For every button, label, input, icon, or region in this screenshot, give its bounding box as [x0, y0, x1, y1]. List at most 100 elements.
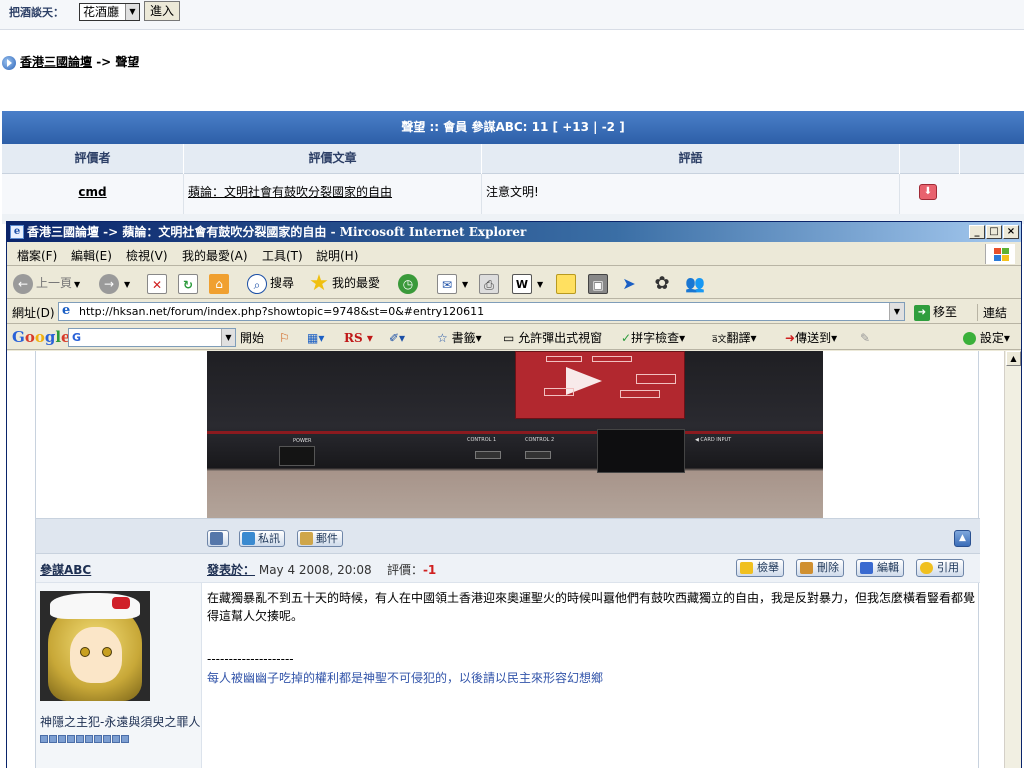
delete-label: 刪除 — [817, 561, 839, 574]
report-button[interactable]: 檢舉 — [736, 559, 784, 577]
menu-edit[interactable]: 編輯(E) — [71, 247, 112, 264]
close-button[interactable]: × — [1003, 225, 1019, 239]
pencil-icon[interactable]: ✎ — [860, 330, 870, 346]
flower-icon: ✿ — [654, 272, 670, 294]
rs-label: RS — [344, 331, 363, 345]
stop-button[interactable]: ✕ — [147, 272, 170, 294]
chat-room-select[interactable]: 花酒廳 ▼ — [79, 3, 140, 21]
reputation-columns: 評價者 評價文章 評語 — [2, 144, 1024, 174]
pm-label: 私訊 — [258, 532, 280, 545]
breadcrumb-current: 聲望 — [115, 55, 140, 69]
maximize-button[interactable]: □ — [986, 225, 1002, 239]
mail-button[interactable]: ✉ ▼ — [437, 272, 468, 294]
remove-rating-icon[interactable]: ⬇ — [919, 184, 937, 200]
highlight-icon[interactable]: ✐▾ — [389, 330, 405, 346]
cursor-button[interactable]: ➤ — [619, 272, 642, 294]
menu-tools[interactable]: 工具(T) — [262, 247, 303, 264]
translate-button[interactable]: a̅文翻譯▾ — [712, 330, 757, 348]
bookmarks-button[interactable]: ☆ 書籤▾ — [437, 330, 482, 346]
mail-icon — [300, 532, 313, 545]
print-icon: ⎙ — [479, 273, 499, 294]
chevron-down-icon: ▼ — [462, 280, 469, 289]
mail-icon: ✉ — [437, 273, 457, 294]
menu-favorites[interactable]: 我的最愛(A) — [182, 247, 248, 264]
notes-button[interactable] — [556, 272, 579, 294]
windows-logo-icon — [985, 244, 1015, 264]
column-comment: 評語 — [482, 144, 900, 174]
search-button[interactable]: ⌕ 搜尋 — [247, 272, 294, 294]
search-icon: ⌕ — [247, 273, 267, 294]
card-slot — [597, 429, 685, 473]
report-label: 檢舉 — [757, 561, 779, 574]
edit-post-button[interactable]: 編輯 — [856, 559, 904, 577]
settings-button[interactable]: 設定▾ — [963, 330, 1010, 346]
menu-view[interactable]: 檢視(V) — [126, 247, 168, 264]
forward-button[interactable]: → ▼ — [99, 272, 130, 294]
chevron-down-icon: ▼ — [124, 280, 131, 289]
spell-check-button[interactable]: ✓拼字檢查▾ — [621, 330, 685, 346]
article-link[interactable]: 蘋論：文明社會有鼓吹分裂國家的自由 — [184, 174, 482, 214]
window-title: 香港三國論壇 -> 蘋論：文明社會有鼓吹分裂國家的自由 - Mircosoft … — [27, 225, 527, 239]
menu-file[interactable]: 檔案(F) — [17, 247, 57, 264]
quote-button[interactable]: 引用 — [916, 559, 964, 577]
quote-icon — [920, 562, 933, 574]
history-button[interactable]: ◷ — [398, 272, 421, 294]
breadcrumb-forum-link[interactable]: 香港三國論壇 — [20, 55, 92, 69]
star-icon: ★ — [309, 270, 329, 296]
links-button[interactable]: 連結 — [977, 304, 1007, 321]
people-button[interactable]: 👥 — [685, 272, 708, 294]
menu-help[interactable]: 說明(H) — [316, 247, 358, 264]
forward-arrow-icon: → — [99, 273, 119, 294]
home-button[interactable]: ⌂ — [209, 272, 232, 294]
email-button[interactable]: 郵件 — [297, 530, 343, 547]
note-icon — [556, 273, 576, 294]
rater-link[interactable]: cmd — [2, 174, 184, 214]
google-search-input[interactable]: G ▼ — [68, 328, 236, 347]
profile-button[interactable] — [207, 530, 229, 547]
send-icon: ➜ — [785, 331, 796, 345]
back-label: 上一頁 — [36, 276, 73, 290]
rs-button[interactable]: RS ▾ — [344, 330, 373, 346]
delete-button[interactable]: 刪除 — [796, 559, 844, 577]
breadcrumb-separator: -> — [92, 55, 116, 69]
minimize-button[interactable]: _ — [969, 225, 985, 239]
page-rank-icon[interactable]: ⚐ — [279, 330, 290, 346]
news-icon[interactable]: ▦▾ — [307, 330, 324, 346]
go-button[interactable]: ➜ 移至 — [914, 303, 957, 321]
print-button[interactable]: ⎙ — [479, 272, 502, 294]
power-label: POWER — [293, 438, 312, 444]
scroll-to-top-icon[interactable]: ▲ — [954, 530, 971, 547]
scroll-up-icon[interactable]: ▲ — [1006, 351, 1021, 366]
google-logo[interactable]: Google — [12, 328, 71, 346]
window-title-bar[interactable]: e 香港三國論壇 -> 蘋論：文明社會有鼓吹分裂國家的自由 - Mircosof… — [7, 222, 1021, 242]
refresh-button[interactable]: ↻ — [178, 272, 201, 294]
chat-enter-button[interactable]: 進入 — [144, 1, 180, 21]
send-to-button[interactable]: ➜傳送到▾ — [785, 330, 837, 346]
address-input[interactable]: e http://hksan.net/forum/index.php?showt… — [58, 302, 905, 321]
popup-blocker-button[interactable]: ▭ 允許彈出式視窗 — [503, 330, 602, 346]
breadcrumb: 香港三國論壇 -> 聲望 — [2, 53, 139, 70]
vertical-scrollbar[interactable]: ▲ — [1004, 351, 1021, 768]
chevron-down-icon: ▼ — [537, 280, 544, 289]
edit-button[interactable]: W ▼ — [512, 272, 543, 294]
check-icon: ✓ — [621, 331, 632, 345]
google-start-button[interactable]: 開始 — [240, 330, 264, 346]
table-row: cmd 蘋論：文明社會有鼓吹分裂國家的自由 注意文明! — [2, 174, 1024, 214]
member-title: 神隱之主犯-永遠與須臾之罪人 — [40, 715, 201, 729]
pm-button[interactable]: 私訊 — [239, 530, 285, 547]
back-button[interactable]: ← 上一頁 ▼ — [13, 272, 80, 294]
refresh-icon: ↻ — [178, 273, 198, 294]
poster-name-link[interactable]: 參謀ABC — [40, 561, 91, 578]
chevron-down-icon[interactable]: ▼ — [889, 303, 904, 320]
favorites-button[interactable]: ★ 我的最愛 — [309, 272, 380, 294]
signature-divider: -------------------- — [207, 652, 294, 666]
search-label: 搜尋 — [270, 276, 295, 290]
flower-button[interactable]: ✿ — [652, 272, 675, 294]
rating-label: 評價： — [386, 563, 423, 577]
standard-toolbar: ← 上一頁 ▼ → ▼ ✕ ↻ ⌂ ⌕ 搜尋 ★ 我的最愛 ◷ ✉ ▼ ⎙ W ▼ ▣ ➤ ✿… — [7, 267, 1021, 299]
back-arrow-icon: ← — [13, 273, 33, 294]
history-icon: ◷ — [398, 273, 418, 294]
control1-label: CONTROL 1 — [467, 437, 497, 443]
settings-label: 設定 — [979, 331, 1004, 345]
messenger-button[interactable]: ▣ — [588, 272, 611, 294]
